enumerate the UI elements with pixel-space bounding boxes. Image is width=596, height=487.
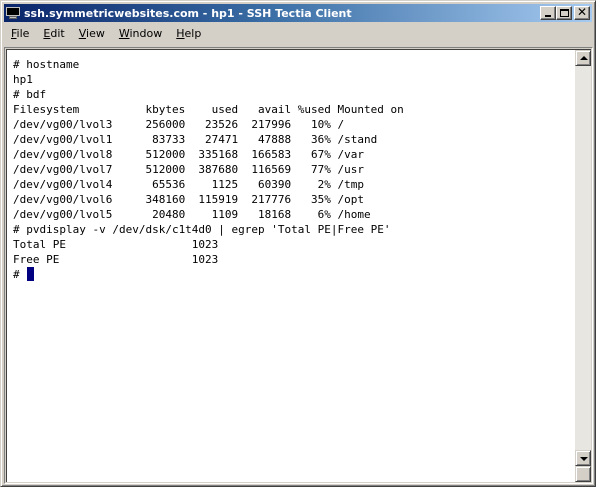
terminal-line: # hostname bbox=[13, 58, 80, 71]
terminal-line: /dev/vg00/lvol1 83733 27471 47888 36% /s… bbox=[13, 133, 378, 146]
terminal-output[interactable]: # hostname hp1 # bdf Filesystem kbytes u… bbox=[13, 57, 569, 477]
terminal-line: hp1 bbox=[13, 73, 33, 86]
title-bar[interactable]: ssh.symmetricwebsites.com - hp1 - SSH Te… bbox=[4, 4, 592, 22]
terminal-line: # bdf bbox=[13, 88, 47, 101]
terminal-line: /dev/vg00/lvol6 348160 115919 217776 35%… bbox=[13, 193, 364, 206]
tectia-window: ssh.symmetricwebsites.com - hp1 - SSH Te… bbox=[0, 0, 596, 487]
scroll-thumb[interactable] bbox=[575, 466, 591, 482]
scroll-up-button[interactable] bbox=[575, 50, 591, 66]
terminal-line: /dev/vg00/lvol4 65536 1125 60390 2% /tmp bbox=[13, 178, 364, 191]
text-cursor bbox=[26, 267, 34, 281]
menu-help[interactable]: Help bbox=[169, 24, 208, 43]
maximize-icon bbox=[560, 9, 569, 17]
minimize-button[interactable] bbox=[540, 6, 556, 20]
terminal-line: # pvdisplay -v /dev/dsk/c1t4d0 | egrep '… bbox=[13, 223, 391, 236]
terminal-area[interactable]: # hostname hp1 # bdf Filesystem kbytes u… bbox=[6, 49, 591, 482]
terminal-icon[interactable] bbox=[6, 6, 20, 20]
maximize-button[interactable] bbox=[556, 6, 572, 20]
menu-bar: File Edit View Window Help bbox=[4, 24, 592, 43]
minimize-icon bbox=[545, 15, 551, 17]
terminal-frame: # hostname hp1 # bdf Filesystem kbytes u… bbox=[4, 47, 593, 484]
terminal-line: Free PE 1023 bbox=[13, 253, 219, 266]
window-controls: ✕ bbox=[540, 5, 590, 20]
terminal-line: Total PE 1023 bbox=[13, 238, 219, 251]
close-button[interactable]: ✕ bbox=[574, 5, 590, 20]
prompt: # bbox=[13, 268, 20, 281]
arrow-down-icon bbox=[580, 457, 588, 461]
terminal-line: /dev/vg00/lvol5 20480 1109 18168 6% /hom… bbox=[13, 208, 371, 221]
terminal-line: /dev/vg00/lvol3 256000 23526 217996 10% … bbox=[13, 118, 345, 131]
terminal-line: /dev/vg00/lvol8 512000 335168 166583 67%… bbox=[13, 148, 364, 161]
menu-file[interactable]: File bbox=[4, 24, 36, 43]
close-icon: ✕ bbox=[576, 5, 588, 19]
menu-window[interactable]: Window bbox=[112, 24, 169, 43]
terminal-line: Filesystem kbytes used avail %used Mount… bbox=[13, 103, 404, 116]
window-title: ssh.symmetricwebsites.com - hp1 - SSH Te… bbox=[24, 6, 352, 20]
vertical-scrollbar[interactable] bbox=[575, 50, 591, 482]
menu-edit[interactable]: Edit bbox=[36, 24, 71, 43]
menu-view[interactable]: View bbox=[72, 24, 112, 43]
arrow-up-icon bbox=[580, 56, 588, 60]
scroll-down-button[interactable] bbox=[575, 450, 591, 466]
terminal-line: /dev/vg00/lvol7 512000 387680 116569 77%… bbox=[13, 163, 364, 176]
